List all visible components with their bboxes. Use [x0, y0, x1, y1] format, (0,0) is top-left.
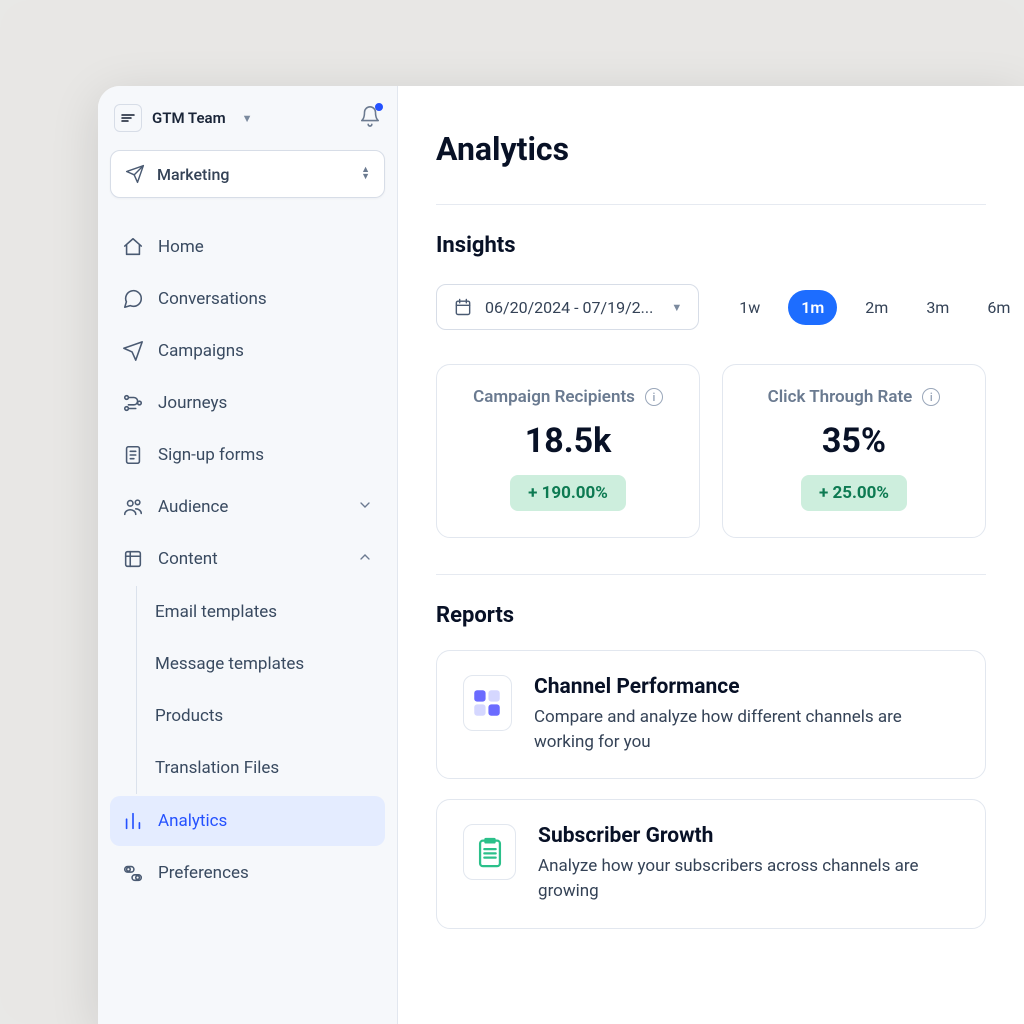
- info-icon[interactable]: i: [922, 388, 940, 406]
- send-icon: [122, 340, 144, 362]
- subnav-products[interactable]: Products: [141, 690, 385, 742]
- caret-down-icon: ▼: [671, 301, 682, 314]
- sidebar-nav: Home Conversations Campaigns Journeys Si…: [110, 222, 385, 898]
- nav-item-label: Conversations: [158, 289, 267, 309]
- nav-item-label: Audience: [158, 497, 228, 517]
- report-icon-grid: [463, 675, 512, 731]
- org-name: GTM Team: [152, 109, 226, 127]
- reports-list: Channel Performance Compare and analyze …: [436, 650, 986, 929]
- analytics-icon: [122, 810, 144, 832]
- stat-value: 18.5k: [437, 421, 699, 461]
- report-description: Analyze how your subscribers across chan…: [538, 854, 959, 903]
- range-chip-3m[interactable]: 3m: [916, 292, 959, 323]
- form-icon: [122, 444, 144, 466]
- nav-journeys[interactable]: Journeys: [110, 378, 385, 428]
- clipboard-icon: [473, 835, 507, 869]
- range-chip-2m[interactable]: 2m: [855, 292, 898, 323]
- org-switcher[interactable]: GTM Team ▼: [114, 104, 253, 132]
- stat-label-row: Click Through Rate i: [723, 387, 985, 407]
- nav-item-label: Content: [158, 549, 218, 569]
- stat-label: Campaign Recipients: [473, 387, 635, 407]
- workspace-selector[interactable]: Marketing ▲▼: [110, 150, 385, 198]
- nav-campaigns[interactable]: Campaigns: [110, 326, 385, 376]
- app-background: GTM Team ▼ Marketing ▲▼ Home Conversatio…: [0, 0, 1024, 1024]
- stat-card-recipients[interactable]: Campaign Recipients i 18.5k + 190.00%: [436, 364, 700, 538]
- report-subscriber-growth[interactable]: Subscriber Growth Analyze how your subsc…: [436, 799, 986, 928]
- nav-home[interactable]: Home: [110, 222, 385, 272]
- chevrons-up-down-icon: ▲▼: [361, 167, 370, 181]
- report-channel-performance[interactable]: Channel Performance Compare and analyze …: [436, 650, 986, 779]
- stat-value: 35%: [723, 421, 985, 461]
- org-switcher-row: GTM Team ▼: [110, 100, 385, 136]
- nav-audience[interactable]: Audience: [110, 482, 385, 532]
- journey-icon: [122, 392, 144, 414]
- caret-down-icon: ▼: [242, 112, 253, 125]
- nav-content[interactable]: Content: [110, 534, 385, 584]
- nav-item-label: Home: [158, 237, 204, 257]
- subnav-translation-files[interactable]: Translation Files: [141, 742, 385, 794]
- date-range-picker[interactable]: 06/20/2024 - 07/19/2... ▼: [436, 284, 699, 330]
- page-title: Analytics: [436, 130, 986, 168]
- content-submenu: Email templates Message templates Produc…: [136, 586, 385, 794]
- subnav-email-templates[interactable]: Email templates: [141, 586, 385, 638]
- insight-cards: Campaign Recipients i 18.5k + 190.00% Cl…: [436, 364, 986, 538]
- app-window: GTM Team ▼ Marketing ▲▼ Home Conversatio…: [98, 86, 1024, 1024]
- reports-heading: Reports: [436, 603, 986, 628]
- report-title: Channel Performance: [534, 675, 959, 699]
- time-range-chips: 1w 1m 2m 3m 6m 1y: [729, 290, 1024, 325]
- stat-delta: + 25.00%: [801, 475, 907, 511]
- chevron-down-icon: [357, 497, 373, 518]
- nav-preferences[interactable]: Preferences: [110, 848, 385, 898]
- report-description: Compare and analyze how different channe…: [534, 705, 959, 754]
- main-content: Analytics Insights 06/20/2024 - 07/19/2.…: [398, 86, 1024, 1024]
- org-logo-icon: [114, 104, 142, 132]
- users-icon: [122, 496, 144, 518]
- workspace-label: Marketing: [157, 165, 349, 184]
- nav-item-label: Preferences: [158, 863, 249, 883]
- chat-icon: [122, 288, 144, 310]
- stat-label-row: Campaign Recipients i: [437, 387, 699, 407]
- nav-analytics[interactable]: Analytics: [110, 796, 385, 846]
- nav-signup-forms[interactable]: Sign-up forms: [110, 430, 385, 480]
- notifications-button[interactable]: [359, 105, 381, 131]
- report-title: Subscriber Growth: [538, 824, 959, 848]
- stat-label: Click Through Rate: [768, 387, 913, 407]
- chevron-up-icon: [357, 549, 373, 570]
- stat-card-ctr[interactable]: Click Through Rate i 35% + 25.00%: [722, 364, 986, 538]
- calendar-icon: [453, 297, 473, 317]
- date-range-text: 06/20/2024 - 07/19/2...: [485, 298, 653, 317]
- nav-item-label: Journeys: [158, 393, 227, 413]
- divider: [436, 574, 986, 575]
- insights-controls: 06/20/2024 - 07/19/2... ▼ 1w 1m 2m 3m 6m…: [436, 284, 986, 330]
- range-chip-6m[interactable]: 6m: [977, 292, 1020, 323]
- stat-delta: + 190.00%: [510, 475, 626, 511]
- sidebar: GTM Team ▼ Marketing ▲▼ Home Conversatio…: [98, 86, 398, 1024]
- grid-icon: [470, 686, 504, 720]
- insights-heading: Insights: [436, 233, 986, 258]
- notification-badge: [375, 103, 383, 111]
- report-icon-clipboard: [463, 824, 516, 880]
- info-icon[interactable]: i: [645, 388, 663, 406]
- nav-conversations[interactable]: Conversations: [110, 274, 385, 324]
- nav-item-label: Campaigns: [158, 341, 244, 361]
- sliders-icon: [122, 862, 144, 884]
- content-icon: [122, 548, 144, 570]
- range-chip-1m[interactable]: 1m: [788, 290, 837, 325]
- nav-item-label: Sign-up forms: [158, 445, 264, 465]
- paper-plane-icon: [125, 164, 145, 184]
- divider: [436, 204, 986, 205]
- home-icon: [122, 236, 144, 258]
- subnav-message-templates[interactable]: Message templates: [141, 638, 385, 690]
- nav-item-label: Analytics: [158, 811, 227, 831]
- range-chip-1w[interactable]: 1w: [729, 292, 770, 323]
